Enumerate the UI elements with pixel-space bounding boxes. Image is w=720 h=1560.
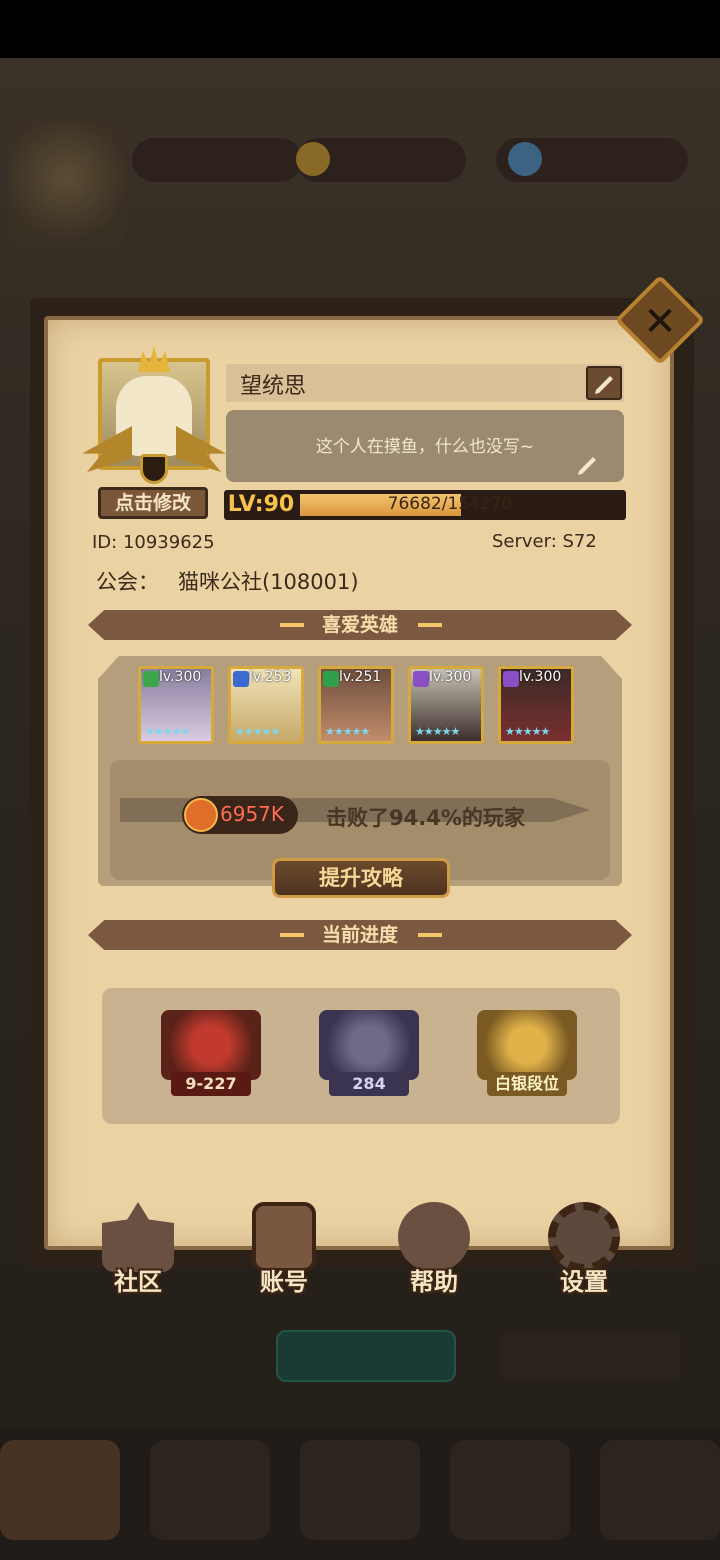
- hero-card[interactable]: lv.300 ★★★★★: [408, 666, 484, 744]
- hero-class-icon: [233, 671, 249, 687]
- fist-icon: [184, 798, 218, 832]
- player-id: ID: 10939625: [92, 532, 215, 553]
- community-label: 社区: [114, 1268, 162, 1296]
- background-dark-button: [500, 1330, 680, 1382]
- settings-button[interactable]: 设置: [532, 1198, 636, 1302]
- background-nav-item: [450, 1440, 570, 1540]
- hero-class-icon: [323, 671, 339, 687]
- hero-class-icon: [503, 671, 519, 687]
- current-progress-title: 当前进度: [321, 924, 398, 946]
- hero-class-icon: [143, 671, 159, 687]
- hero-stars: ★★★★★: [415, 725, 460, 738]
- hero-level: lv.300: [159, 669, 202, 685]
- settings-label: 设置: [560, 1268, 608, 1296]
- hero-level: lv.253: [249, 669, 292, 685]
- hero-card[interactable]: lv.253 ★★★★★: [228, 666, 304, 744]
- campaign-stage-label: 9-227: [171, 1072, 251, 1096]
- arena-rank-label: 白银段位: [487, 1072, 567, 1096]
- signature-text: 这个人在摸鱼，什么也没写~: [315, 437, 535, 457]
- background-gem-icon: [508, 142, 542, 176]
- account-label: 账号: [260, 1268, 308, 1296]
- background-coin-icon: [296, 142, 330, 176]
- arena-rank-progress[interactable]: 白银段位: [462, 1010, 592, 1104]
- hero-card[interactable]: lv.251 ★★★★★: [318, 666, 394, 744]
- hero-class-icon: [413, 671, 429, 687]
- tower-icon: [319, 1010, 419, 1080]
- defeat-percent-text: 击败了94.4%的玩家: [326, 806, 525, 830]
- close-icon[interactable]: ✕: [628, 290, 692, 354]
- avatar[interactable]: [82, 346, 226, 488]
- background-avatar: [8, 122, 124, 246]
- status-bar: [0, 0, 720, 58]
- crossed-swords-icon: [477, 1010, 577, 1080]
- server-label: Server: S72: [492, 531, 597, 552]
- background-nav-item: [300, 1440, 420, 1540]
- shield-icon: [140, 454, 168, 484]
- guild-value[interactable]: 猫咪公社(108001): [178, 566, 359, 596]
- hero-level: lv.300: [519, 669, 562, 685]
- pencil-icon: [595, 376, 613, 394]
- exp-text: 76682/154270: [387, 494, 513, 514]
- player-name: 望统思: [240, 374, 307, 399]
- pencil-icon[interactable]: [576, 452, 602, 476]
- help-label: 帮助: [410, 1268, 458, 1296]
- hero-card[interactable]: lv.300 ★★★★★: [138, 666, 214, 744]
- background-nav-item: [0, 1440, 120, 1540]
- background-nav-item: [600, 1440, 720, 1540]
- hero-stars: ★★★★★: [235, 725, 280, 738]
- hero-card[interactable]: lv.300 ★★★★★: [498, 666, 574, 744]
- hero-level: lv.251: [339, 669, 382, 685]
- campaign-progress[interactable]: 9-227: [146, 1010, 276, 1104]
- background-nav-item: [150, 1440, 270, 1540]
- hero-stars: ★★★★★: [325, 725, 370, 738]
- background-green-button: [276, 1330, 456, 1382]
- campaign-book-icon: [161, 1010, 261, 1080]
- power-value: 6957K: [220, 802, 285, 826]
- tower-progress[interactable]: 284: [304, 1010, 434, 1104]
- help-button[interactable]: 帮助: [382, 1198, 486, 1302]
- favorite-heroes-title: 喜爱英雄: [321, 614, 398, 636]
- community-button[interactable]: 社区: [86, 1198, 190, 1302]
- hero-stars: ★★★★★: [145, 725, 190, 738]
- hero-level: lv.300: [429, 669, 472, 685]
- edit-name-button[interactable]: [586, 366, 622, 400]
- level-badge: LV:90: [224, 490, 298, 520]
- guild-label: 公会：: [96, 570, 159, 594]
- improve-strategy-button[interactable]: 提升攻略: [272, 858, 450, 898]
- tower-floor-label: 284: [329, 1072, 409, 1096]
- modify-avatar-button[interactable]: 点击修改: [98, 487, 208, 519]
- crown-icon: [138, 346, 170, 372]
- background-name-bar: [132, 138, 302, 182]
- account-button[interactable]: 账号: [232, 1198, 336, 1302]
- hero-stars: ★★★★★: [505, 725, 550, 738]
